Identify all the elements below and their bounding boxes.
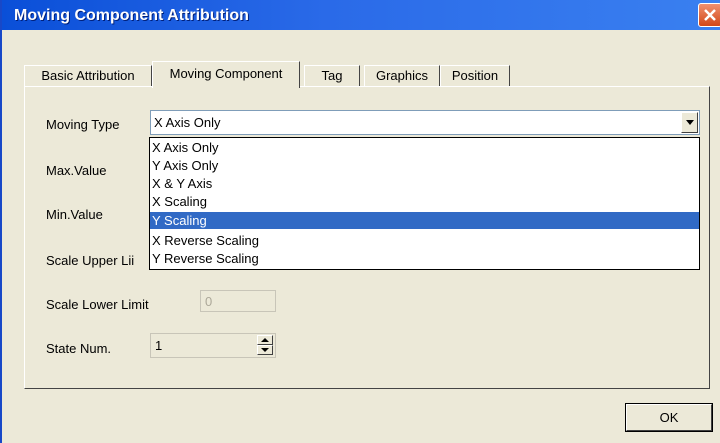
- scale-upper-limit-label: Scale Upper Lii: [46, 253, 135, 268]
- state-num-stepper[interactable]: 1: [150, 333, 276, 358]
- tab-graphics[interactable]: Graphics: [364, 65, 440, 87]
- moving-type-value: X Axis Only: [154, 115, 221, 130]
- min-value-label: Min.Value: [46, 207, 103, 222]
- dropdown-option-x-axis-only[interactable]: X Axis Only: [150, 139, 699, 156]
- ok-button[interactable]: OK: [625, 403, 713, 432]
- tab-label: Tag: [321, 68, 343, 83]
- tab-position[interactable]: Position: [440, 65, 510, 87]
- moving-type-dropdown-list: X Axis Only Y Axis Only X & Y Axis X Sca…: [149, 137, 700, 270]
- dropdown-option-y-scaling[interactable]: Y Scaling: [150, 212, 699, 229]
- title-bar[interactable]: Moving Component Attribution: [2, 0, 720, 30]
- dropdown-option-y-axis-only[interactable]: Y Axis Only: [150, 157, 699, 174]
- state-num-value: 1: [155, 338, 163, 353]
- max-value-label: Max.Value: [46, 163, 107, 178]
- state-num-label: State Num.: [46, 341, 112, 356]
- window-title: Moving Component Attribution: [14, 7, 249, 24]
- stepper-up-button[interactable]: [257, 335, 273, 345]
- scale-lower-limit-field[interactable]: 0: [200, 290, 276, 312]
- tab-tag[interactable]: Tag: [304, 65, 360, 87]
- tab-basic-attribution[interactable]: Basic Attribution: [24, 65, 152, 87]
- moving-type-label: Moving Type: [46, 117, 120, 132]
- dropdown-option-y-reverse-scaling[interactable]: Y Reverse Scaling: [150, 250, 699, 267]
- moving-type-select[interactable]: X Axis Only: [150, 110, 700, 135]
- dropdown-option-x-scaling[interactable]: X Scaling: [150, 193, 699, 210]
- dropdown-option-x-reverse-scaling[interactable]: X Reverse Scaling: [150, 232, 699, 249]
- tab-moving-component[interactable]: Moving Component: [152, 61, 300, 88]
- tab-label: Basic Attribution: [41, 68, 135, 83]
- tab-label: Position: [451, 68, 499, 83]
- dialog-window: Moving Component Attribution Basic Attri…: [0, 0, 720, 443]
- ok-button-label: OK: [659, 410, 679, 425]
- stepper-down-button[interactable]: [257, 345, 273, 355]
- tab-label: Moving Component: [169, 66, 283, 81]
- scale-lower-limit-label: Scale Lower Limit: [46, 297, 149, 312]
- scale-lower-limit-value: 0: [205, 294, 213, 309]
- dropdown-button[interactable]: [681, 112, 698, 133]
- tab-label: Graphics: [375, 68, 429, 83]
- dropdown-option-x-y-axis[interactable]: X & Y Axis: [150, 175, 699, 192]
- close-button[interactable]: [698, 3, 720, 27]
